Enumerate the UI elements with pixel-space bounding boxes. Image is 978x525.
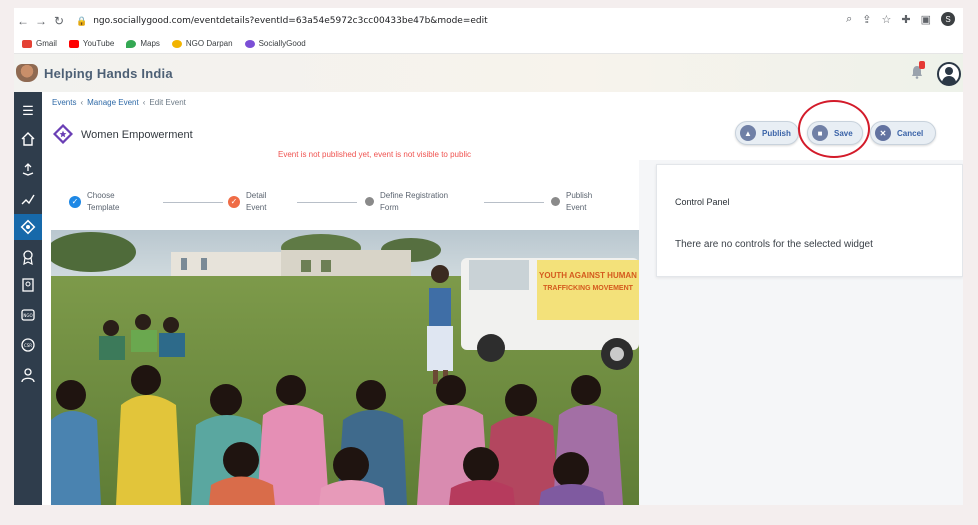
breadcrumb-events[interactable]: Events xyxy=(52,98,76,107)
bookmark-star-icon[interactable]: ☆ xyxy=(882,13,892,26)
step-connector xyxy=(297,202,357,203)
back-arrow-icon[interactable]: ← xyxy=(14,14,32,28)
sociallygood-icon xyxy=(244,39,255,48)
sidebar: ☰ NGO CSR xyxy=(14,92,42,505)
breadcrumb: Events ‹ Manage Event ‹ Edit Event xyxy=(52,98,186,107)
ngo-darpan-icon xyxy=(171,39,182,48)
lock-icon: 🔒 xyxy=(76,15,88,26)
cancel-icon: ✕ xyxy=(875,125,891,141)
reload-icon[interactable]: ↻ xyxy=(50,14,68,28)
unpublished-warning: Event is not published yet, event is not… xyxy=(278,150,471,159)
user-avatar-icon[interactable] xyxy=(937,62,961,86)
browser-profile-avatar[interactable]: S xyxy=(941,12,955,26)
screen-frame: ← → ↻ 🔒 ngo.sociallygood.com/eventdetail… xyxy=(14,8,963,505)
youtube-icon xyxy=(68,39,79,48)
badge-icon[interactable] xyxy=(14,244,42,270)
control-panel: Control Panel There are no controls for … xyxy=(656,164,963,277)
banner-line-2: TRAFFICKING MOVEMENT xyxy=(543,285,634,292)
step-connector xyxy=(163,202,223,203)
zoom-icon[interactable]: ⌕ xyxy=(846,13,852,26)
app-header: Helping Hands India xyxy=(14,54,963,92)
bookmark-youtube[interactable]: YouTube xyxy=(68,39,114,48)
home-icon[interactable] xyxy=(14,126,42,152)
step-connector xyxy=(484,202,544,203)
step-pending-dot-icon xyxy=(365,197,374,206)
gmail-icon xyxy=(22,39,32,48)
event-photo-illustration: YOUTH AGAINST HUMAN TRAFFICKING MOVEMENT xyxy=(51,230,639,505)
share-icon[interactable]: ⇪ xyxy=(862,13,871,26)
step-detail-event[interactable]: ✓ Detail Event xyxy=(228,190,306,214)
extensions-icon[interactable]: ✚ xyxy=(901,13,910,26)
svg-text:NGO: NGO xyxy=(23,313,32,318)
step-pending-dot-icon xyxy=(551,197,560,206)
svg-text:CSR: CSR xyxy=(24,343,32,348)
publish-button[interactable]: ▲ Publish xyxy=(735,121,799,145)
browser-actions: ⌕ ⇪ ☆ ✚ ▣ S xyxy=(846,12,955,26)
breadcrumb-manage-event[interactable]: Manage Event xyxy=(87,98,139,107)
cancel-button[interactable]: ✕ Cancel xyxy=(870,121,936,145)
users-icon[interactable] xyxy=(14,362,42,388)
url-text: ngo.sociallygood.com/eventdetails?eventI… xyxy=(93,16,488,26)
maps-icon xyxy=(126,39,137,48)
banner-line-1: YOUTH AGAINST HUMAN xyxy=(539,271,637,280)
volunteer-icon[interactable] xyxy=(14,272,42,298)
forward-arrow-icon[interactable]: → xyxy=(32,14,50,28)
bookmark-gmail[interactable]: Gmail xyxy=(22,39,57,48)
event-stepper: ✓ Choose Template ✓ Detail Event Define … xyxy=(51,178,639,230)
breadcrumb-edit-event: Edit Event xyxy=(149,98,186,107)
breadcrumb-separator: ‹ xyxy=(80,98,84,107)
step-choose-template[interactable]: ✓ Choose Template xyxy=(69,190,147,214)
menu-icon[interactable]: ☰ xyxy=(14,98,42,124)
event-cover-photo[interactable]: YOUTH AGAINST HUMAN TRAFFICKING MOVEMENT xyxy=(51,230,639,505)
bookmark-ngo-darpan[interactable]: NGO Darpan xyxy=(171,39,233,48)
bookmark-maps[interactable]: Maps xyxy=(126,39,160,48)
step-current-check-icon: ✓ xyxy=(228,196,240,208)
save-highlight-annotation xyxy=(798,100,870,158)
helping-hands-logo xyxy=(16,64,38,82)
step-done-check-icon: ✓ xyxy=(69,196,81,208)
side-panel-icon[interactable]: ▣ xyxy=(921,13,931,26)
control-panel-message: There are no controls for the selected w… xyxy=(675,239,873,250)
bookmarks-bar: Gmail YouTube Maps NGO Darpan SociallyGo… xyxy=(14,34,963,54)
step-define-registration-form[interactable]: Define Registration Form xyxy=(365,190,470,214)
ngo-icon[interactable]: NGO xyxy=(14,302,42,328)
app-title: Helping Hands India xyxy=(44,65,173,81)
breadcrumb-separator: ‹ xyxy=(142,98,146,107)
control-panel-title: Control Panel xyxy=(675,197,730,207)
bookmark-sociallygood[interactable]: SociallyGood xyxy=(244,39,306,48)
csr-icon[interactable]: CSR xyxy=(14,332,42,358)
publish-icon: ▲ xyxy=(740,125,756,141)
events-icon[interactable] xyxy=(14,214,42,240)
notification-badge xyxy=(919,61,925,69)
campaign-icon[interactable] xyxy=(14,186,42,212)
donation-icon[interactable] xyxy=(14,156,42,182)
browser-address-bar: ← → ↻ 🔒 ngo.sociallygood.com/eventdetail… xyxy=(14,8,963,34)
step-publish-event[interactable]: Publish Event xyxy=(551,190,626,214)
event-title: Women Empowerment xyxy=(81,129,193,141)
url-field[interactable]: 🔒 ngo.sociallygood.com/eventdetails?even… xyxy=(76,11,836,31)
event-diamond-icon xyxy=(53,124,73,144)
